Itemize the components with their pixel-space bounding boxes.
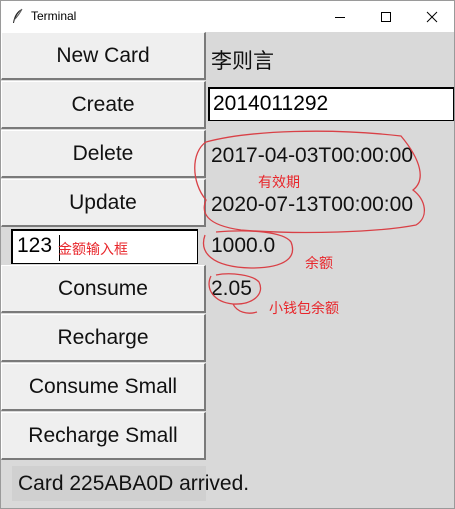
consume-small-button[interactable]: Consume Small	[1, 363, 206, 411]
main-panel: New Card Create Delete Update 123 金额输入框 …	[1, 32, 454, 508]
balance-annotation: 余额	[305, 256, 333, 272]
maximize-icon	[381, 11, 391, 22]
valid-from-label: 2017-04-03T00:00:00	[211, 144, 413, 167]
maximize-button[interactable]	[363, 1, 409, 32]
card-holder-name: 李则言	[211, 50, 274, 73]
valid-to-label: 2020-07-13T00:00:00	[211, 193, 413, 216]
balance-label: 1000.0	[211, 234, 276, 257]
recharge-button[interactable]: Recharge	[1, 314, 206, 362]
minimize-button[interactable]	[317, 1, 363, 32]
small-wallet-annotation: 小钱包余额	[269, 301, 339, 317]
card-number-value: 2014011292	[213, 92, 329, 115]
title-bar: Terminal	[1, 1, 454, 32]
small-wallet-balance-label: 2.05	[211, 277, 252, 300]
validity-annotation: 有效期	[258, 175, 300, 191]
new-card-button[interactable]: New Card	[1, 32, 206, 80]
amount-input[interactable]: 123 金额输入框	[11, 229, 198, 264]
update-button[interactable]: Update	[1, 179, 206, 227]
amount-input-annotation: 金额输入框	[58, 242, 128, 258]
close-button[interactable]	[409, 1, 455, 32]
recharge-small-button[interactable]: Recharge Small	[1, 412, 206, 460]
window-title: Terminal	[31, 9, 77, 23]
delete-button[interactable]: Delete	[1, 130, 206, 178]
minimize-icon	[335, 16, 345, 18]
terminal-window: Terminal New Card Create Delete Update 1…	[0, 0, 455, 509]
consume-button[interactable]: Consume	[1, 265, 206, 313]
feather-app-icon	[13, 8, 23, 23]
close-icon	[426, 11, 438, 22]
status-message: Card 225ABA0D arrived.	[18, 472, 250, 495]
amount-input-value: 123	[17, 234, 53, 257]
create-button[interactable]: Create	[1, 81, 206, 129]
card-number-input[interactable]: 2014011292	[208, 87, 454, 121]
